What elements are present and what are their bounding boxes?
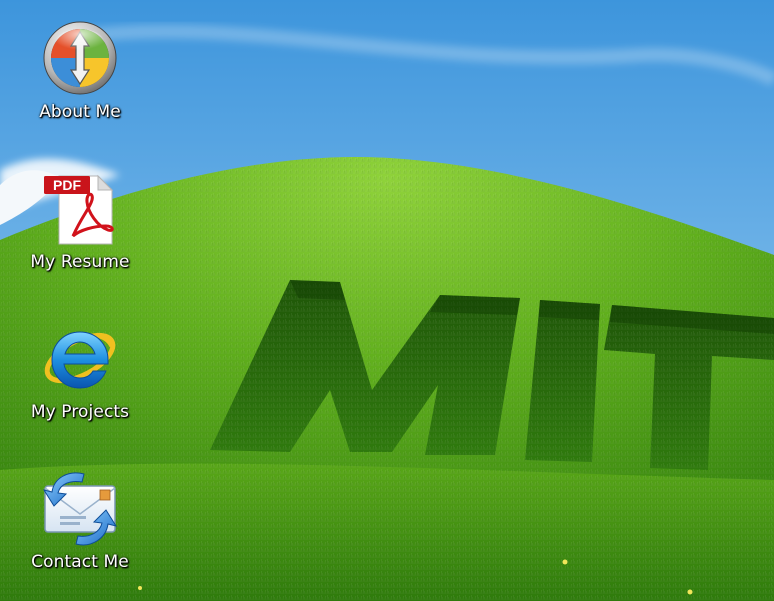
desktop-icon-my-resume[interactable]: PDF My Resume xyxy=(10,168,150,298)
desktop-icon-label: My Resume xyxy=(30,252,130,272)
internet-explorer-icon xyxy=(44,331,116,389)
desktop-icon-label: My Projects xyxy=(30,402,130,422)
desktop-icon-my-projects[interactable]: My Projects xyxy=(10,318,150,448)
desktop-icon-label: Contact Me xyxy=(31,552,129,572)
svg-text:PDF: PDF xyxy=(53,177,81,193)
desktop-icon-label: About Me xyxy=(39,102,121,122)
pdf-document-icon: PDF xyxy=(44,174,114,245)
email-exchange-icon xyxy=(42,472,118,546)
windows-orb-icon xyxy=(43,21,117,95)
desktop: About Me PDF My Resume My Projects Conta… xyxy=(0,0,774,601)
desktop-icon-about-me[interactable]: About Me xyxy=(10,18,150,148)
desktop-icon-contact-me[interactable]: Contact Me xyxy=(10,468,150,598)
